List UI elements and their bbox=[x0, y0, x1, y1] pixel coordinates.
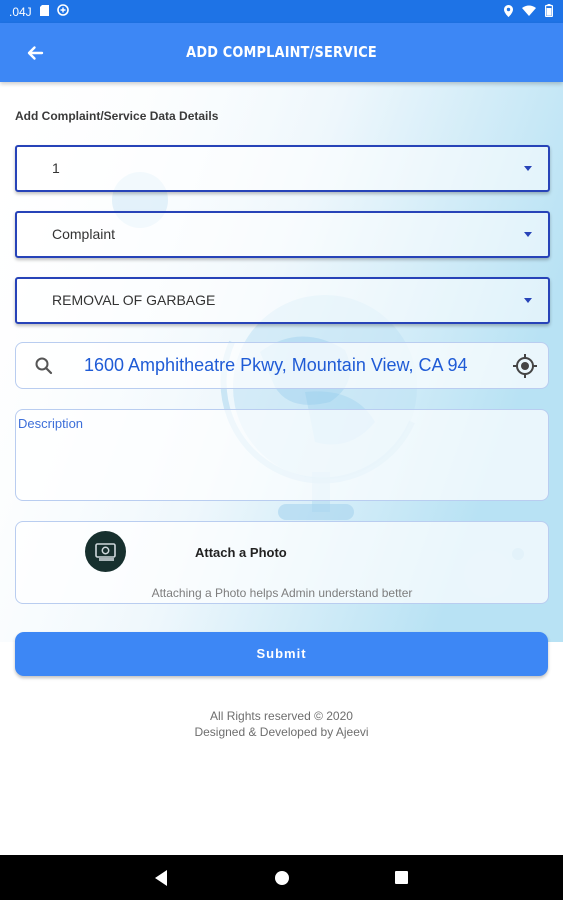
home-circle-icon[interactable] bbox=[275, 871, 289, 885]
chevron-down-icon bbox=[524, 166, 532, 171]
category-dropdown[interactable]: REMOVAL OF GARBAGE bbox=[15, 277, 550, 324]
footer: All Rights reserved © 2020 Designed & De… bbox=[0, 708, 563, 740]
system-nav-bar bbox=[0, 855, 563, 900]
page-title: ADD COMPLAINT/SERVICE bbox=[186, 43, 377, 61]
form-container: Add Complaint/Service Data Details 1 Com… bbox=[0, 82, 563, 855]
chevron-down-icon bbox=[524, 232, 532, 237]
status-time: .04J bbox=[9, 4, 32, 19]
back-triangle-icon[interactable] bbox=[155, 870, 167, 886]
camera-photo-icon bbox=[85, 531, 126, 572]
footer-credit: Designed & Developed by Ajeevi bbox=[194, 725, 369, 739]
chevron-down-icon bbox=[524, 298, 532, 303]
attach-subtitle: Attaching a Photo helps Admin understand… bbox=[151, 586, 413, 600]
location-input[interactable]: 1600 Amphitheatre Pkwy, Mountain View, C… bbox=[84, 355, 468, 376]
section-label: Add Complaint/Service Data Details bbox=[15, 109, 219, 123]
status-bar: .04J bbox=[0, 0, 563, 23]
my-location-icon[interactable] bbox=[512, 353, 538, 384]
data-saver-icon bbox=[56, 4, 69, 19]
dropdown-value: 1 bbox=[52, 160, 60, 176]
location-search-field[interactable]: 1600 Amphitheatre Pkwy, Mountain View, C… bbox=[15, 342, 549, 389]
number-dropdown[interactable]: 1 bbox=[15, 145, 550, 192]
dropdown-value: Complaint bbox=[52, 226, 116, 242]
description-field[interactable]: Description bbox=[15, 409, 549, 501]
description-label: Description bbox=[18, 416, 84, 431]
wifi-icon bbox=[522, 5, 536, 19]
battery-icon bbox=[545, 4, 554, 20]
footer-copyright: All Rights reserved © 2020 bbox=[210, 709, 353, 723]
attach-photo-card[interactable]: Attach a Photo Attaching a Photo helps A… bbox=[15, 521, 549, 604]
attach-title: Attach a Photo bbox=[195, 545, 287, 560]
dropdown-value: REMOVAL OF GARBAGE bbox=[52, 292, 216, 308]
search-icon bbox=[34, 356, 54, 381]
app-bar: ADD COMPLAINT/SERVICE bbox=[0, 23, 563, 82]
location-icon bbox=[504, 4, 513, 20]
type-dropdown[interactable]: Complaint bbox=[15, 211, 550, 258]
recents-square-icon[interactable] bbox=[395, 871, 408, 884]
sim-icon bbox=[39, 4, 49, 19]
submit-button[interactable]: Submit bbox=[15, 632, 548, 676]
